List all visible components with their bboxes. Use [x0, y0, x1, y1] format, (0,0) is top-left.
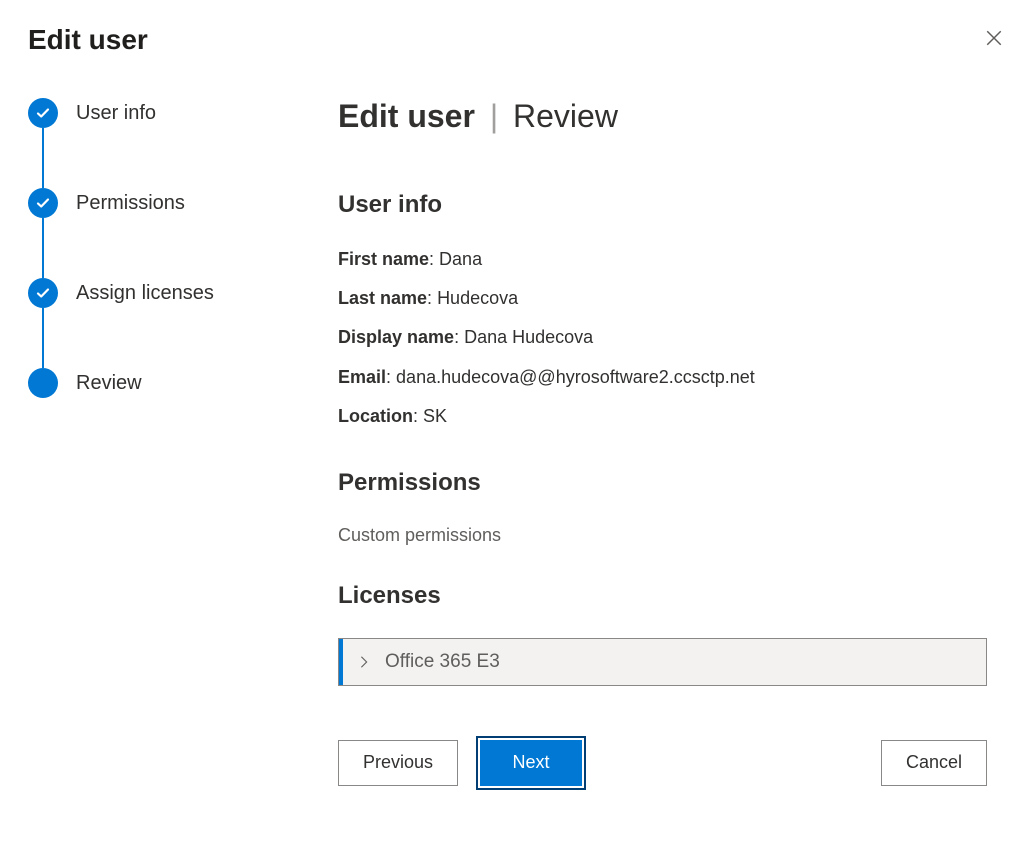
- previous-button[interactable]: Previous: [338, 740, 458, 786]
- section-heading-permissions: Permissions: [338, 469, 987, 497]
- user-info-last-name: Last name: Hudecova: [338, 286, 987, 311]
- info-label: Last name: [338, 288, 427, 308]
- check-icon: [35, 285, 51, 301]
- user-info-first-name: First name: Dana: [338, 247, 987, 272]
- step-label: Assign licenses: [76, 282, 214, 305]
- step-label: Review: [76, 372, 142, 395]
- page-heading-main: Edit user: [338, 98, 475, 134]
- permissions-text: Custom permissions: [338, 525, 987, 546]
- step-circle-completed: [28, 278, 58, 308]
- info-label: Location: [338, 406, 413, 426]
- info-label: Display name: [338, 327, 454, 347]
- page-heading-sub: Review: [513, 98, 618, 134]
- step-review[interactable]: Review: [28, 368, 298, 398]
- info-value: Dana: [439, 249, 482, 269]
- step-label: User info: [76, 102, 156, 125]
- step-circle-completed: [28, 188, 58, 218]
- chevron-right-icon: [357, 655, 371, 669]
- step-circle-completed: [28, 98, 58, 128]
- info-value: SK: [423, 406, 447, 426]
- step-label: Permissions: [76, 192, 185, 215]
- info-label: Email: [338, 367, 386, 387]
- info-value: Dana Hudecova: [464, 327, 593, 347]
- check-icon: [35, 195, 51, 211]
- section-heading-user-info: User info: [338, 191, 987, 219]
- step-user-info[interactable]: User info: [28, 98, 298, 128]
- section-heading-licenses: Licenses: [338, 582, 987, 610]
- page-heading-sep: |: [490, 98, 498, 134]
- info-value: Hudecova: [437, 288, 518, 308]
- info-value: dana.hudecova@@hyrosoftware2.ccsctp.net: [396, 367, 755, 387]
- step-assign-licenses[interactable]: Assign licenses: [28, 278, 298, 308]
- close-icon: [985, 29, 1003, 47]
- dialog-header: Edit user: [0, 0, 1035, 68]
- user-info-display-name: Display name: Dana Hudecova: [338, 325, 987, 350]
- step-permissions[interactable]: Permissions: [28, 188, 298, 218]
- step-circle-current: [28, 368, 58, 398]
- main-panel: Edit user | Review User info First name:…: [338, 98, 1007, 786]
- step-connector: [42, 308, 44, 368]
- next-button[interactable]: Next: [480, 740, 582, 786]
- info-label: First name: [338, 249, 429, 269]
- license-row[interactable]: Office 365 E3: [338, 638, 987, 686]
- license-name: Office 365 E3: [385, 651, 500, 673]
- dialog-title: Edit user: [28, 24, 148, 56]
- cancel-button[interactable]: Cancel: [881, 740, 987, 786]
- step-connector: [42, 128, 44, 188]
- wizard-footer: Previous Next Cancel: [338, 740, 987, 786]
- close-button[interactable]: [981, 25, 1007, 55]
- user-info-email: Email: dana.hudecova@@hyrosoftware2.ccsc…: [338, 365, 987, 390]
- wizard-stepper: User info Permissions Assign licenses Re…: [28, 98, 298, 786]
- page-heading: Edit user | Review: [338, 98, 987, 135]
- step-connector: [42, 218, 44, 278]
- user-info-location: Location: SK: [338, 404, 987, 429]
- check-icon: [35, 105, 51, 121]
